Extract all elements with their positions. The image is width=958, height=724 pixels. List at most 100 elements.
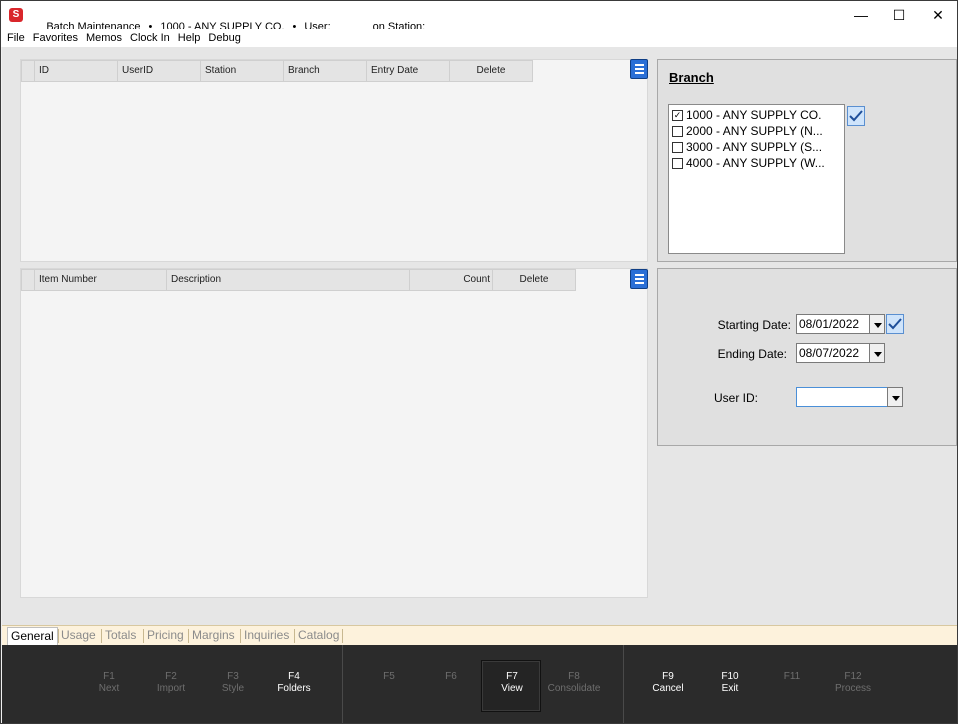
- fkey-label: Exit: [721, 683, 739, 694]
- fkey-f3-style[interactable]: F3 Style: [202, 671, 264, 695]
- batch-grid-header: ID UserID Station Branch Entry Date Dele…: [21, 60, 533, 82]
- tab-inquiries[interactable]: Inquiries: [244, 628, 289, 642]
- tab-margins[interactable]: Margins: [192, 628, 235, 642]
- user-id-input[interactable]: [796, 387, 888, 407]
- fkey-f8-consolidate[interactable]: F8 Consolidate: [543, 671, 605, 695]
- apply-date-button[interactable]: [886, 314, 904, 334]
- tab-usage[interactable]: Usage: [61, 628, 96, 642]
- starting-date-label: Starting Date:: [717, 318, 791, 332]
- fkey-f11[interactable]: F11: [761, 671, 823, 683]
- column-header-description[interactable]: Description: [167, 269, 410, 291]
- tab-divider: [101, 629, 102, 643]
- fkey-f10-exit[interactable]: F10 Exit: [699, 671, 761, 695]
- fkey-label: Consolidate: [547, 683, 601, 694]
- tab-divider: [58, 629, 59, 643]
- branch-list[interactable]: ✓ 1000 - ANY SUPPLY CO. 2000 - ANY SUPPL…: [668, 104, 845, 254]
- column-header-branch[interactable]: Branch: [284, 60, 367, 82]
- fkey-f9-cancel[interactable]: F9 Cancel: [637, 671, 699, 695]
- tab-divider: [143, 629, 144, 643]
- tab-pricing[interactable]: Pricing: [147, 628, 184, 642]
- tab-strip: General Usage Totals Pricing Margins Inq…: [2, 625, 957, 645]
- branch-item[interactable]: 4000 - ANY SUPPLY (W...: [672, 155, 841, 171]
- fkey-label: Next: [98, 683, 120, 694]
- tab-divider: [188, 629, 189, 643]
- grid-menu-icon[interactable]: [630, 269, 648, 289]
- fkey-f2-import[interactable]: F2 Import: [140, 671, 202, 695]
- menu-debug[interactable]: Debug: [202, 29, 242, 44]
- title-bar: S Batch Maintenance • 1000 - ANY SUPPLY CO…: [1, 1, 957, 33]
- tab-divider: [294, 629, 295, 643]
- branch-item-label: 2000 - ANY SUPPLY (N...: [686, 124, 823, 138]
- checkbox-icon[interactable]: [672, 157, 683, 169]
- menu-help[interactable]: Help: [172, 29, 203, 44]
- fkey-f1-next[interactable]: F1 Next: [78, 671, 140, 695]
- fkey-label: Import: [156, 683, 186, 694]
- column-header-delete[interactable]: Delete: [450, 60, 533, 82]
- fkey-label: Cancel: [652, 683, 684, 694]
- batch-grid[interactable]: ID UserID Station Branch Entry Date Dele…: [20, 59, 648, 262]
- tab-divider: [342, 629, 343, 643]
- column-header-userid[interactable]: UserID: [118, 60, 201, 82]
- fkey-divider: [342, 645, 343, 723]
- tab-general[interactable]: General: [7, 627, 58, 645]
- items-grid[interactable]: Item Number Description Count Delete: [20, 268, 648, 598]
- branch-item-label: 3000 - ANY SUPPLY (S...: [686, 140, 823, 154]
- checkbox-icon[interactable]: [672, 141, 683, 153]
- chevron-down-icon[interactable]: [887, 387, 903, 407]
- column-header-station[interactable]: Station: [201, 60, 284, 82]
- column-header-count[interactable]: Count: [410, 269, 493, 291]
- fkey-f4-folders[interactable]: F4 Folders: [263, 671, 325, 695]
- fkey-code: F6: [445, 671, 457, 682]
- maximize-button[interactable]: ☐: [879, 1, 919, 29]
- branch-item-label: 1000 - ANY SUPPLY CO.: [686, 108, 822, 122]
- ending-date-label: Ending Date:: [717, 347, 787, 361]
- row-header-stub: [21, 269, 35, 291]
- column-header-id[interactable]: ID: [35, 60, 118, 82]
- column-header-delete[interactable]: Delete: [493, 269, 576, 291]
- starting-date-field[interactable]: 08/01/2022: [796, 314, 870, 334]
- close-button[interactable]: ✕: [918, 1, 957, 29]
- fkey-f7-view[interactable]: F7 View: [481, 671, 543, 695]
- fkey-label: Style: [221, 683, 245, 694]
- menu-memos[interactable]: Memos: [80, 29, 124, 44]
- checkbox-icon[interactable]: [672, 125, 683, 137]
- fkey-code: F1: [103, 671, 115, 682]
- fkey-f12-process[interactable]: F12 Process: [822, 671, 884, 695]
- fkey-label: Folders: [277, 683, 311, 694]
- function-key-bar: F1 Next F2 Import F3 Style F4 Folders F5 F6 …: [2, 645, 957, 723]
- main-area: ID UserID Station Branch Entry Date Dele…: [2, 47, 957, 625]
- ending-date-field[interactable]: 08/07/2022: [796, 343, 870, 363]
- fkey-code: F7: [506, 671, 518, 682]
- branch-panel: Branch ✓ 1000 - ANY SUPPLY CO. 2000 - AN…: [657, 59, 957, 262]
- chevron-down-icon[interactable]: [869, 314, 885, 334]
- minimize-button[interactable]: —: [841, 1, 881, 29]
- fkey-divider: [623, 645, 624, 723]
- checkbox-icon[interactable]: ✓: [672, 109, 683, 121]
- menu-favorites[interactable]: Favorites: [27, 29, 80, 44]
- fkey-f5[interactable]: F5: [358, 671, 420, 683]
- tab-totals[interactable]: Totals: [105, 628, 136, 642]
- fkey-code: F2: [165, 671, 177, 682]
- checkmark-icon: [849, 110, 863, 122]
- column-header-entry-date[interactable]: Entry Date: [367, 60, 450, 82]
- items-grid-header: Item Number Description Count Delete: [21, 269, 576, 291]
- user-id-label: User ID:: [713, 391, 758, 405]
- grid-menu-icon[interactable]: [630, 59, 648, 79]
- chevron-down-icon[interactable]: [869, 343, 885, 363]
- branch-item[interactable]: 3000 - ANY SUPPLY (S...: [672, 139, 841, 155]
- branch-select-all-button[interactable]: [847, 106, 865, 126]
- branch-item[interactable]: 2000 - ANY SUPPLY (N...: [672, 123, 841, 139]
- fkey-label: View: [501, 683, 523, 694]
- branch-title: Branch: [669, 70, 714, 85]
- app-window: S Batch Maintenance • 1000 - ANY SUPPLY CO…: [0, 0, 958, 724]
- tab-catalog[interactable]: Catalog: [298, 628, 339, 642]
- fkey-code: F12: [844, 671, 862, 682]
- menu-file[interactable]: File: [1, 29, 27, 44]
- fkey-code: F4: [288, 671, 300, 682]
- column-header-item-number[interactable]: Item Number: [35, 269, 167, 291]
- branch-item[interactable]: ✓ 1000 - ANY SUPPLY CO.: [672, 107, 841, 123]
- fkey-f6[interactable]: F6: [420, 671, 482, 683]
- fkey-code: F11: [783, 671, 801, 682]
- menu-clock-in[interactable]: Clock In: [124, 29, 172, 44]
- filter-panel: Starting Date: 08/01/2022 Ending Date: 0…: [657, 268, 957, 446]
